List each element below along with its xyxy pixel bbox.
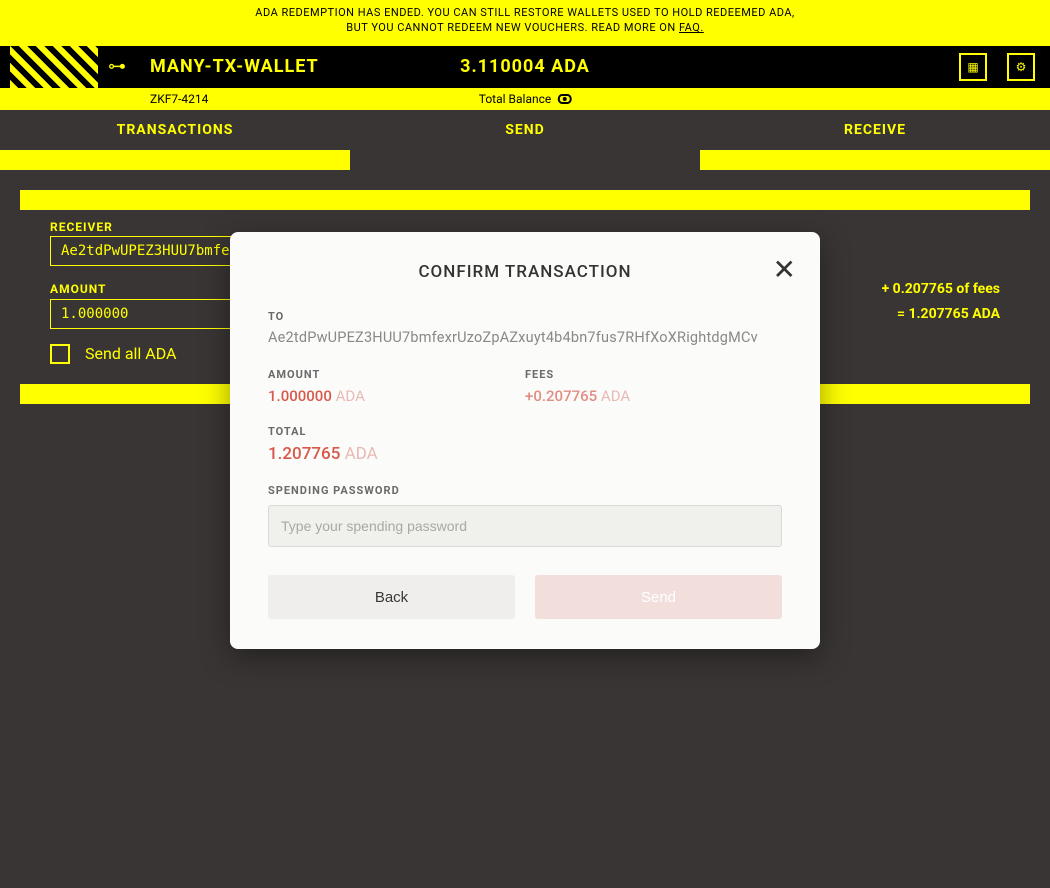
to-label: TO xyxy=(268,310,782,323)
modal-overlay: CONFIRM TRANSACTION ✕ TO Ae2tdPwUPEZ3HUU… xyxy=(0,0,1050,888)
modal-total-value: 1.207765 ADA xyxy=(268,444,782,464)
send-button[interactable]: Send xyxy=(535,575,782,619)
modal-amount-label: AMOUNT xyxy=(268,368,525,381)
spending-password-input[interactable] xyxy=(268,505,782,547)
modal-fees-label: FEES xyxy=(525,368,782,381)
modal-total-label: TOTAL xyxy=(268,425,782,438)
back-button[interactable]: Back xyxy=(268,575,515,619)
modal-fees-value: +0.207765 ADA xyxy=(525,387,782,405)
confirm-transaction-modal: CONFIRM TRANSACTION ✕ TO Ae2tdPwUPEZ3HUU… xyxy=(230,232,820,649)
modal-amount-value: 1.000000 ADA xyxy=(268,387,525,405)
spending-password-label: SPENDING PASSWORD xyxy=(268,484,782,497)
to-value: Ae2tdPwUPEZ3HUU7bmfexrUzoZpAZxuyt4b4bn7f… xyxy=(268,329,782,346)
close-icon[interactable]: ✕ xyxy=(773,256,796,284)
modal-title: CONFIRM TRANSACTION xyxy=(268,262,782,282)
